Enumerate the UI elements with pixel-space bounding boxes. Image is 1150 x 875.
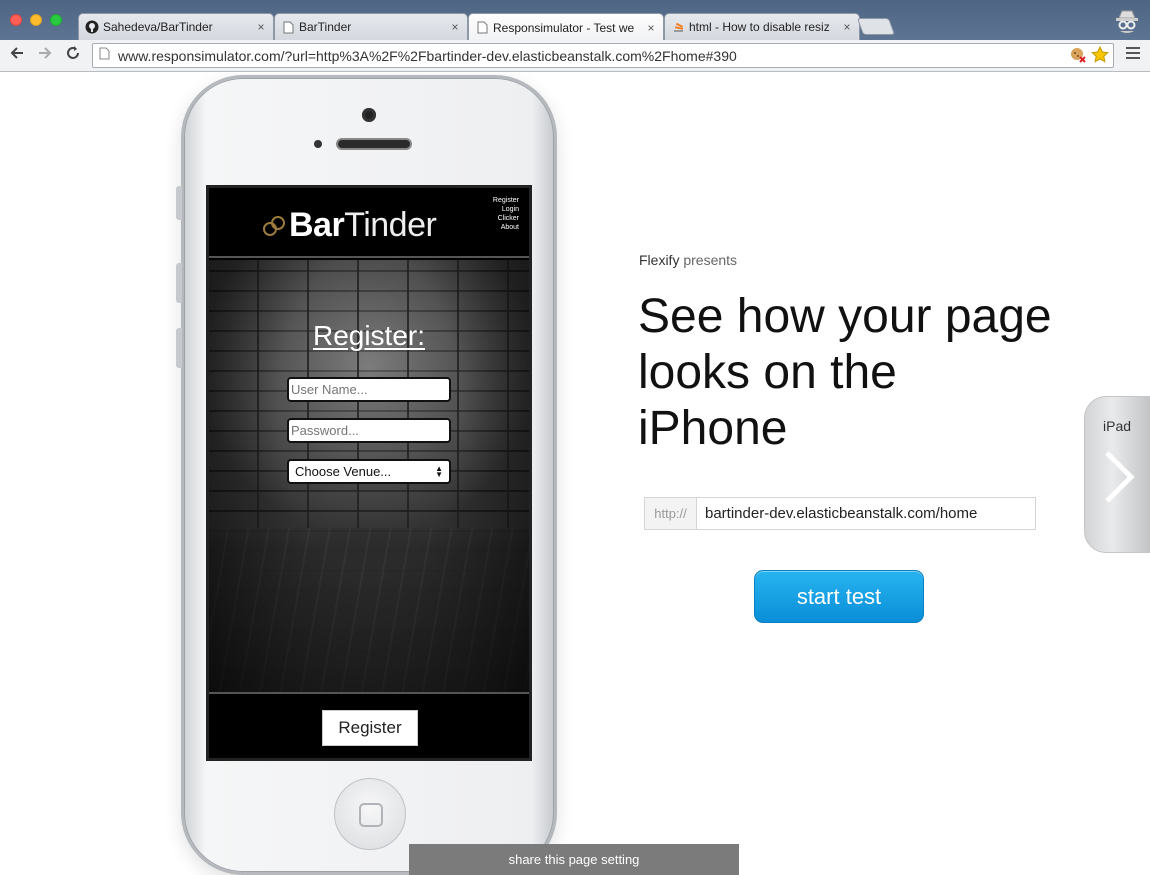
app-nav-clicker[interactable]: Clicker — [493, 214, 519, 223]
app-footer: Register — [209, 692, 529, 758]
cookie-blocked-icon[interactable] — [1069, 46, 1087, 69]
register-button[interactable]: Register — [322, 710, 418, 746]
earpiece-speaker — [336, 138, 412, 150]
start-test-button[interactable]: start test — [754, 570, 924, 623]
tab-title: Sahedeva/BarTinder — [103, 20, 213, 34]
app-nav: Register Login Clicker About — [493, 196, 519, 232]
minimize-window-button[interactable] — [30, 14, 42, 26]
reload-button[interactable] — [62, 44, 84, 66]
page-headline: See how your page looks on the iPhone — [638, 290, 1052, 455]
ipad-label: iPad — [1103, 418, 1132, 434]
url-prefix: http:// — [644, 497, 696, 530]
page-icon — [281, 20, 295, 34]
address-bar[interactable]: www.responsimulator.com/?url=http%3A%2F%… — [92, 43, 1114, 68]
reload-icon — [67, 46, 79, 59]
toolbar: www.responsimulator.com/?url=http%3A%2F%… — [0, 40, 1150, 72]
venue-select[interactable]: Choose Venue... ▲ ▼ — [287, 459, 451, 484]
browser-chrome: Sahedeva/BarTinder × BarTinder × Respons… — [0, 0, 1150, 72]
share-bar[interactable]: share this page setting — [409, 844, 739, 875]
chain-link-icon — [263, 215, 285, 236]
close-icon[interactable]: × — [449, 20, 461, 34]
volume-down-button — [176, 328, 182, 368]
logo-text: BarTinder — [289, 206, 437, 245]
tab-strip: Sahedeva/BarTinder × BarTinder × Respons… — [0, 0, 1150, 41]
close-icon[interactable]: × — [645, 21, 657, 35]
front-camera — [362, 108, 376, 122]
url-form: http:// bartinder-dev.elasticbeanstalk.c… — [644, 497, 1036, 530]
presents-line: Flexify presents — [639, 252, 737, 268]
tab-bartinder[interactable]: BarTinder × — [274, 13, 468, 40]
volume-up-button — [176, 263, 182, 303]
arrow-right-icon — [39, 47, 52, 59]
select-arrows-icon: ▲ ▼ — [435, 463, 443, 479]
flexify-brand[interactable]: Flexify — [639, 252, 679, 268]
home-square-icon — [359, 803, 383, 827]
page-content: BarTinder Register Login Clicker About R… — [0, 73, 1150, 875]
close-icon[interactable]: × — [255, 20, 267, 34]
mute-switch — [176, 186, 182, 220]
new-tab-button[interactable] — [856, 18, 896, 35]
bartinder-logo[interactable]: BarTinder — [259, 206, 437, 245]
page-icon — [99, 47, 110, 65]
username-input[interactable] — [287, 377, 451, 402]
zoom-window-button[interactable] — [50, 14, 62, 26]
tab-stackoverflow[interactable]: html - How to disable resiz × — [664, 13, 860, 40]
presents-text: presents — [679, 252, 738, 268]
tab-title: html - How to disable resiz — [689, 20, 830, 34]
forward-button[interactable] — [34, 44, 56, 66]
menu-button[interactable] — [1126, 47, 1140, 62]
iphone-frame: BarTinder Register Login Clicker About R… — [176, 75, 557, 875]
stackoverflow-icon — [671, 20, 685, 34]
tab-responsimulator[interactable]: Responsimulator - Test we × — [468, 13, 664, 41]
phone-screen: BarTinder Register Login Clicker About R… — [206, 185, 532, 761]
incognito-icon — [1112, 6, 1142, 36]
tab-title: Responsimulator - Test we — [493, 20, 635, 35]
app-header: BarTinder Register Login Clicker About — [209, 188, 529, 258]
close-icon[interactable]: × — [841, 20, 853, 34]
logo-bold: Bar — [289, 206, 345, 244]
tab-sahedeva-bartinder[interactable]: Sahedeva/BarTinder × — [78, 13, 274, 40]
ipad-switch-button[interactable]: iPad — [1084, 396, 1150, 553]
github-icon — [85, 20, 99, 34]
home-button[interactable] — [334, 778, 406, 850]
page-icon — [475, 21, 489, 35]
chevron-right-icon — [1105, 451, 1135, 503]
url-text: www.responsimulator.com/?url=http%3A%2F%… — [118, 47, 737, 64]
register-heading: Register: — [312, 320, 426, 351]
app-nav-register[interactable]: Register — [493, 196, 519, 205]
url-input[interactable]: bartinder-dev.elasticbeanstalk.com/home — [696, 497, 1036, 530]
proximity-sensor — [314, 140, 322, 148]
app-nav-login[interactable]: Login — [493, 205, 519, 214]
arrow-left-icon — [10, 47, 23, 59]
close-window-button[interactable] — [10, 14, 22, 26]
brick-wall-background: Register: Choose Venue... ▲▼ — [209, 260, 529, 692]
tab-title: BarTinder — [299, 20, 352, 34]
back-button[interactable] — [6, 44, 28, 66]
app-nav-about[interactable]: About — [493, 223, 519, 232]
venue-select-value: Choose Venue... — [295, 464, 392, 479]
bookmark-star-icon[interactable] — [1091, 45, 1109, 69]
logo-light: Tinder — [344, 206, 437, 244]
password-input[interactable] — [287, 418, 451, 443]
